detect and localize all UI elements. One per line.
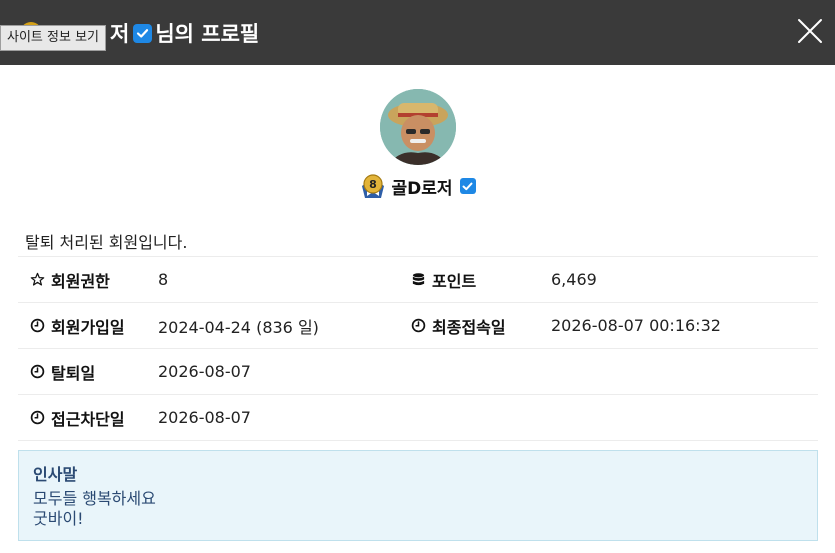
verified-check-icon xyxy=(133,23,153,43)
table-row: 회원권한 8 포인트 6,469 xyxy=(18,256,818,302)
greeting-title: 인사말 xyxy=(33,465,78,484)
close-icon xyxy=(798,19,822,43)
greeting-line: 굿바이! xyxy=(33,509,84,528)
blocked-value: 2026-08-07 xyxy=(158,408,251,427)
database-icon xyxy=(412,273,425,286)
title-suffix: 님의 프로필 xyxy=(155,22,260,46)
nickname: 골D로저 xyxy=(391,178,453,199)
member-info-table: 회원권한 8 포인트 6,469 회원가입일 2024-04-24 (836 일… xyxy=(18,256,818,441)
level-badge-icon: 8 xyxy=(359,172,387,200)
table-row: 탈퇴일 2026-08-07 xyxy=(18,348,818,394)
svg-text:8: 8 xyxy=(370,178,378,191)
profile-name-row: 8 골D로저 xyxy=(0,172,835,200)
site-info-tooltip: 사이트 정보 보기 xyxy=(0,25,106,51)
last-login-label: 최종접속일 xyxy=(411,314,551,338)
clock-icon xyxy=(30,364,45,379)
level-label: 회원권한 xyxy=(18,268,158,292)
clock-icon xyxy=(30,410,45,425)
blocked-label: 접근차단일 xyxy=(18,406,158,430)
points-value: 6,469 xyxy=(551,270,597,289)
withdrawn-value: 2026-08-07 xyxy=(158,362,251,381)
modal-header: 저 님의 프로필 사이트 정보 보기 xyxy=(0,0,835,65)
last-login-value: 2026-08-07 00:16:32 xyxy=(551,316,721,335)
points-label: 포인트 xyxy=(411,268,551,292)
level-value: 8 xyxy=(158,270,169,289)
table-row: 접근차단일 2026-08-07 xyxy=(18,394,818,441)
greeting-box: 인사말 모두들 행복하세요 굿바이! xyxy=(18,450,818,541)
close-button[interactable] xyxy=(797,18,823,44)
withdrawn-label: 탈퇴일 xyxy=(18,360,158,384)
star-outline-icon xyxy=(30,272,45,286)
clock-icon xyxy=(411,318,426,333)
verified-check-icon xyxy=(459,178,476,194)
joined-value: 2024-04-24 (836 일) xyxy=(158,317,319,337)
greeting-line: 모두들 행복하세요 xyxy=(33,489,156,508)
joined-label: 회원가입일 xyxy=(18,314,158,338)
table-row: 회원가입일 2024-04-24 (836 일) 최종접속일 2026-08-0… xyxy=(18,302,818,348)
avatar xyxy=(380,89,456,165)
clock-icon xyxy=(30,318,45,333)
title-name-fragment: 저 xyxy=(110,22,130,46)
withdrawn-notice: 탈퇴 처리된 회원입니다. xyxy=(25,233,188,252)
